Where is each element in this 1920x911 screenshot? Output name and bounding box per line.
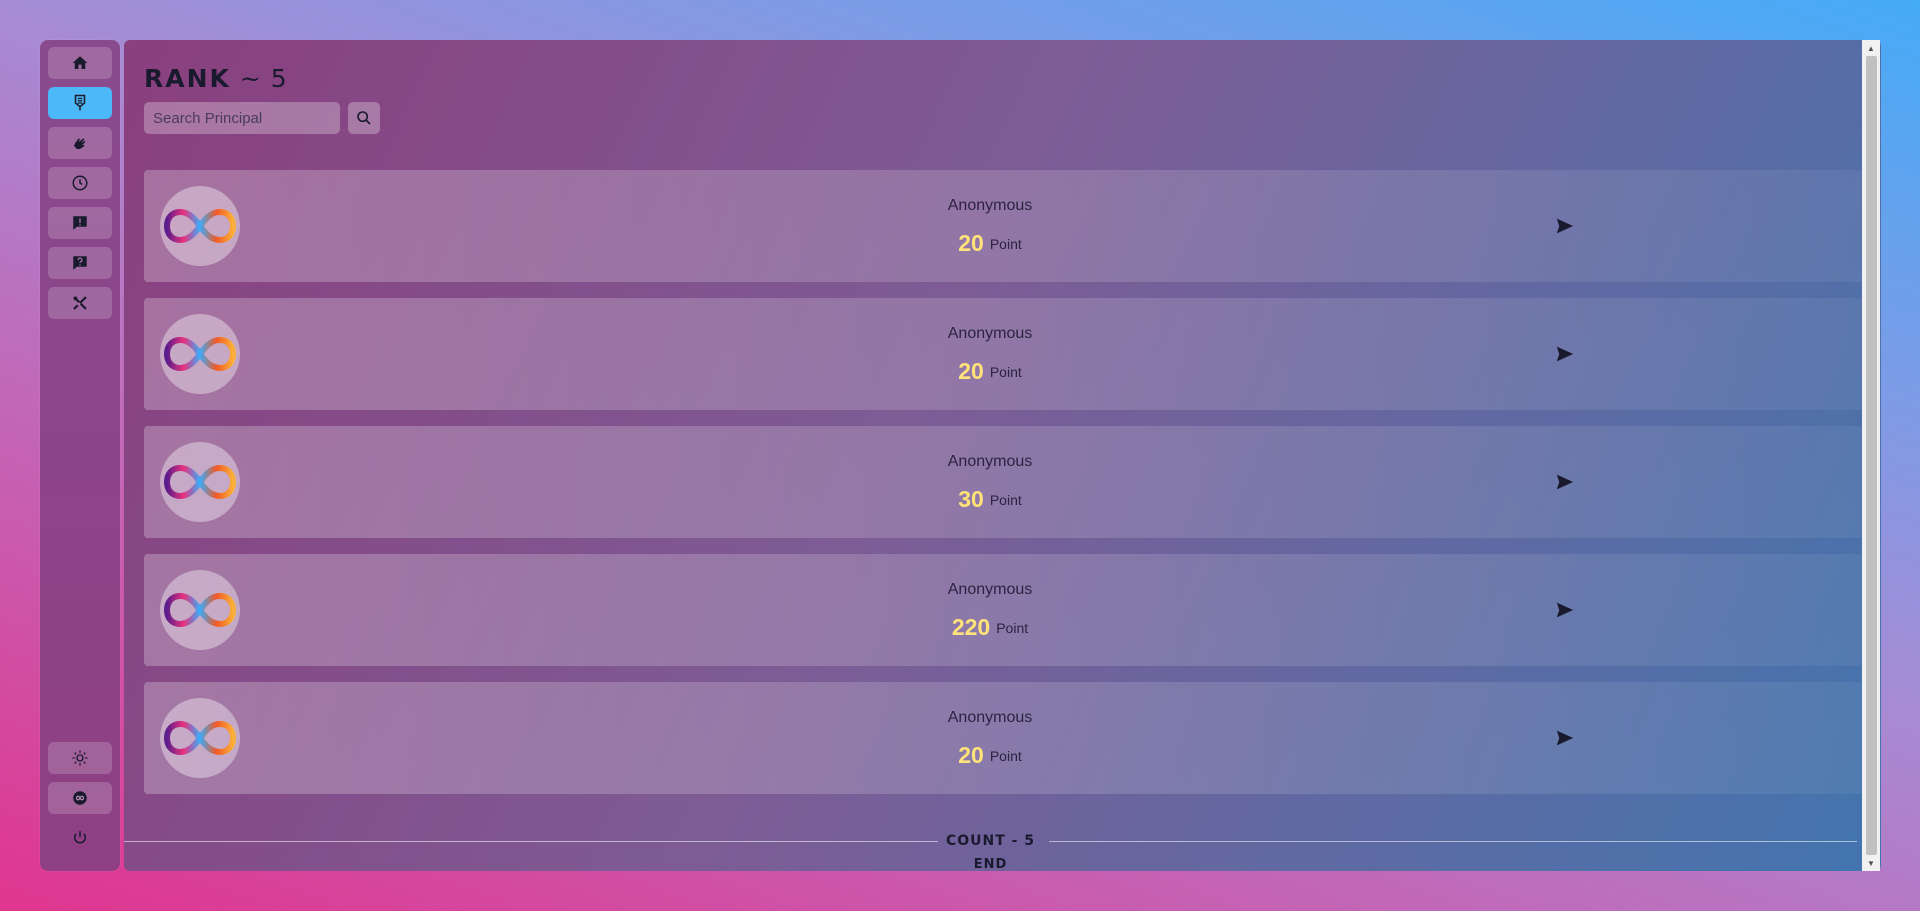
- theme-toggle-button[interactable]: [48, 742, 112, 774]
- rank-card: Anonymous 20 Point: [144, 682, 1864, 794]
- rank-card: Anonymous 220 Point: [144, 554, 1864, 666]
- send-icon[interactable]: [1555, 473, 1575, 491]
- clock-icon: [72, 175, 88, 191]
- main-panel: RANK ~ 5 Anonymous 20 Point: [124, 40, 1881, 871]
- points-unit: Point: [996, 620, 1029, 636]
- rank-word: RANK: [144, 64, 231, 93]
- entry-name: Anonymous: [947, 709, 1033, 726]
- shield-medal-icon: [74, 94, 86, 111]
- scrollbar-thumb[interactable]: [1866, 56, 1877, 855]
- nav-tools-button[interactable]: [48, 287, 112, 319]
- infinity-icon: [73, 791, 87, 805]
- rank-card: Anonymous 30 Point: [144, 426, 1864, 538]
- entry-name: Anonymous: [947, 325, 1033, 342]
- entry-points: 220 Point: [144, 614, 1836, 641]
- footer-count: COUNT - 5: [945, 833, 1036, 849]
- send-icon[interactable]: [1555, 601, 1575, 619]
- entry-name: Anonymous: [947, 197, 1033, 214]
- hand-icon: [74, 138, 86, 149]
- nav-rank-button[interactable]: [48, 87, 112, 119]
- entry-name: Anonymous: [947, 581, 1033, 598]
- points-unit: Point: [989, 492, 1022, 508]
- points-value: 20: [958, 742, 984, 768]
- search-input[interactable]: [144, 102, 340, 134]
- entry-points: 20 Point: [144, 742, 1836, 769]
- points-unit: Point: [989, 236, 1022, 252]
- send-icon[interactable]: [1555, 217, 1575, 235]
- search-button[interactable]: [348, 102, 380, 134]
- points-value: 30: [958, 486, 984, 512]
- sidebar: [40, 40, 120, 871]
- nav-hands-button[interactable]: [48, 127, 112, 159]
- nav-home-button[interactable]: [48, 47, 112, 79]
- search-icon: [357, 111, 371, 125]
- points-value: 20: [958, 230, 984, 256]
- entry-points: 30 Point: [144, 486, 1836, 513]
- entry-points: 20 Point: [144, 230, 1836, 257]
- tools-icon: [73, 296, 87, 310]
- entry-name: Anonymous: [947, 453, 1033, 470]
- identity-button[interactable]: [48, 782, 112, 814]
- scrollbar[interactable]: ▲ ▼: [1862, 40, 1880, 871]
- send-icon[interactable]: [1555, 345, 1575, 363]
- nav-help-button[interactable]: [48, 247, 112, 279]
- points-unit: Point: [989, 364, 1022, 380]
- nav-report-button[interactable]: [48, 207, 112, 239]
- scroll-down-icon[interactable]: ▼: [1862, 855, 1880, 871]
- rank-count: 5: [270, 64, 288, 93]
- scroll-up-icon[interactable]: ▲: [1862, 40, 1880, 56]
- help-message-icon: [73, 256, 87, 270]
- sun-icon: [72, 750, 88, 766]
- footer-end: END: [973, 857, 1008, 871]
- logout-button[interactable]: [48, 822, 112, 854]
- alert-message-icon: [73, 216, 87, 230]
- rank-card: Anonymous 20 Point: [144, 170, 1864, 282]
- rank-card: Anonymous 20 Point: [144, 298, 1864, 410]
- power-icon: [74, 831, 86, 844]
- points-value: 20: [958, 358, 984, 384]
- points-value: 220: [951, 614, 991, 640]
- send-icon[interactable]: [1555, 729, 1575, 747]
- nav-history-button[interactable]: [48, 167, 112, 199]
- rank-separator: ~: [239, 64, 262, 93]
- points-unit: Point: [989, 748, 1022, 764]
- entry-points: 20 Point: [144, 358, 1836, 385]
- home-icon: [72, 56, 88, 69]
- page-title: RANK ~ 5: [144, 64, 288, 93]
